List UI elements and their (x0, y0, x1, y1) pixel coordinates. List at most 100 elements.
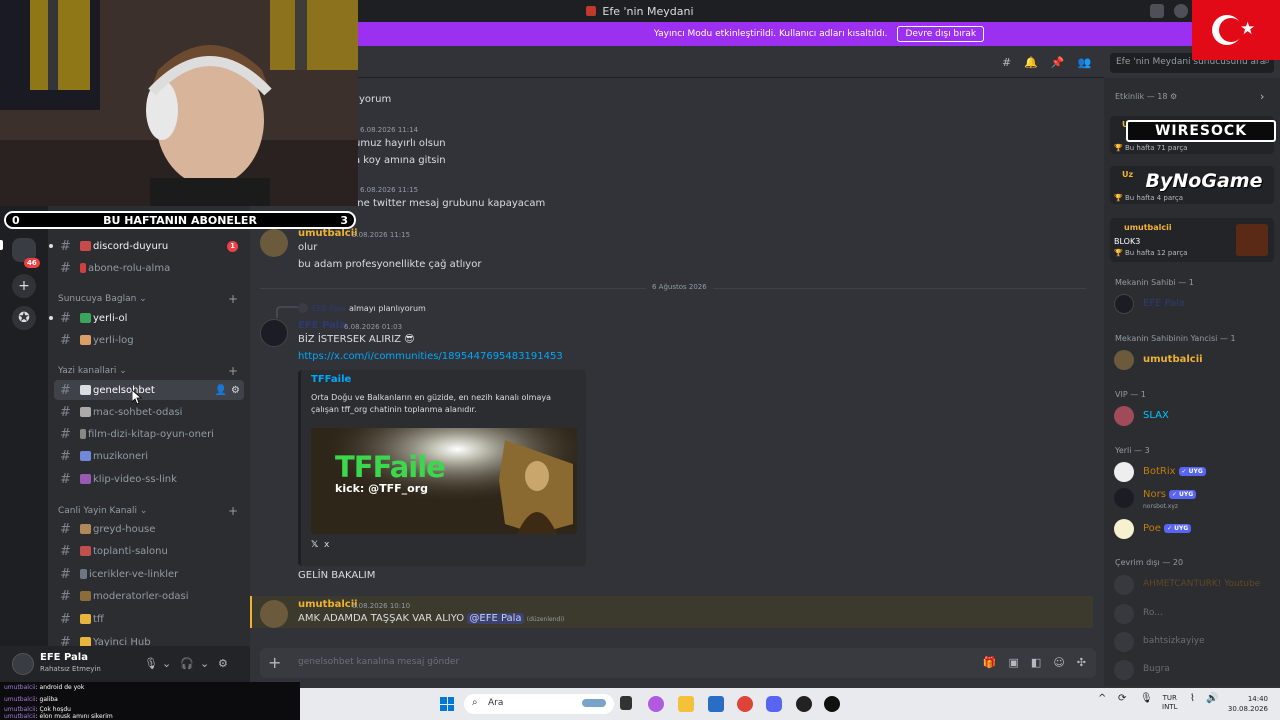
hash-icon: # (60, 238, 71, 254)
chevron-right-icon[interactable]: › (1260, 90, 1264, 103)
gift-icon[interactable]: 🎁 (983, 656, 997, 669)
message-author[interactable]: umutbalcii (298, 228, 358, 239)
channel-tff[interactable]: # tff (54, 609, 244, 629)
meeting-emoji-icon (80, 546, 91, 556)
channel-toplanti-salonu[interactable]: # toplanti-salonu (54, 541, 244, 561)
member-item[interactable]: Poe ✓ UYG (1114, 519, 1274, 541)
channel-yayinci-hub[interactable]: # Yayinci Hub (54, 632, 244, 646)
channel-discord-duyuru[interactable]: # discord-duyuru 1 (49, 236, 244, 256)
add-channel-icon[interactable]: + (228, 292, 238, 306)
channel-abone-rolu-alma[interactable]: # abone-rolu-alma (54, 258, 244, 278)
threads-icon[interactable]: # (1002, 56, 1011, 69)
language-indicator[interactable]: TUR INTL (1162, 694, 1177, 712)
channel-yerli-log[interactable]: # yerli-log (54, 330, 244, 350)
channel-genelsohbet[interactable]: # genelsohbet 👤 ⚙ (54, 380, 244, 400)
channel-name: greyd-house (93, 523, 156, 535)
members-icon[interactable]: 👥 (1078, 56, 1092, 69)
discord-icon[interactable] (766, 696, 782, 712)
member-item[interactable]: SLAX (1114, 406, 1274, 428)
embed-title[interactable]: TFFaile (311, 374, 351, 385)
channel-muzikoneri[interactable]: # muzikoneri (54, 446, 244, 466)
channel-mac-sohbet-odasi[interactable]: # mac-sohbet-odasi (54, 402, 244, 422)
category-sunucuya-baglan[interactable]: Sunucuya Baglan ⌄ + (58, 292, 244, 306)
channel-icerikler-ve-linkler[interactable]: # icerikler-ve-linkler (54, 564, 244, 584)
member-item[interactable]: BotRix ✓ UYG (1114, 462, 1274, 484)
attach-plus-icon[interactable]: + (268, 653, 281, 672)
reply-author[interactable]: EFE Pala (312, 304, 346, 313)
message-timestamp: 6.08.2026 11:14 (360, 126, 419, 134)
embed-image[interactable]: TFFaile kick: @TFF_org (311, 428, 577, 534)
clock-date: 30.08.2026 (1227, 705, 1268, 713)
member-item[interactable]: Bugra (1114, 660, 1274, 682)
member-item[interactable]: bahtsizkayiye (1114, 632, 1274, 654)
channel-film-dizi-kitap-oyun-oneri[interactable]: # film-dizi-kitap-oyun-oneri (54, 424, 244, 444)
microphone-icon[interactable]: 🎙 (144, 657, 158, 670)
sticker-icon[interactable]: ◧ (1031, 656, 1041, 669)
member-item[interactable]: umutbalcii (1114, 350, 1274, 372)
activity-header: Etkinlik — 18 ⚙ (1115, 92, 1178, 101)
message-link[interactable]: https://x.com/i/communities/189544769548… (298, 351, 563, 362)
taskbar-clock[interactable]: 14:40 30.08.2026 (1228, 694, 1268, 714)
message-composer[interactable]: + genelsohbet kanalına mesaj gönder 🎁 ▣ … (260, 648, 1096, 678)
plus-icon[interactable]: + (12, 274, 36, 298)
message-text: umuz hayırlı olsun (354, 138, 446, 149)
pin-icon[interactable]: 📌 (1051, 56, 1065, 69)
app-icon[interactable] (824, 696, 840, 712)
tray-chevron-icon[interactable]: ^ (1098, 694, 1106, 704)
member-avatar (1114, 488, 1134, 508)
store-icon[interactable] (708, 696, 724, 712)
member-item[interactable]: AHMETCANTURK! Youtube (1114, 575, 1274, 597)
taskbar-search[interactable]: ⌕ Ara (464, 694, 614, 714)
category-yazi-kanallari[interactable]: Yazi kanallari ⌄ + (58, 364, 244, 378)
headphones-icon[interactable]: 🎧 (180, 657, 194, 670)
tray-mic-icon[interactable]: 🎙 (1140, 694, 1153, 704)
chrome-icon[interactable] (737, 696, 753, 712)
task-view-icon[interactable] (620, 696, 632, 710)
channel-yerli-ol[interactable]: # yerli-ol (49, 308, 244, 328)
abone-right-count: 3 (340, 213, 348, 227)
explore-icon[interactable]: ✪ (12, 306, 36, 330)
streamer-mode-banner: Yayıncı Modu etkinleştirildi. Kullanıcı … (358, 22, 1280, 46)
apps-icon[interactable]: ✣ (1077, 656, 1086, 669)
channel-klip-video-ss-link[interactable]: # klip-video-ss-link (54, 469, 244, 489)
emoji-icon[interactable]: ☺ (1053, 656, 1064, 669)
member-item[interactable]: Ro... (1114, 604, 1274, 626)
message-author[interactable]: EFE Pala (298, 320, 346, 331)
category-canli-yayin-kanali[interactable]: Canli Yayin Kanali ⌄ + (58, 504, 244, 518)
bell-icon[interactable]: 🔔 (1024, 56, 1038, 69)
inbox-icon[interactable] (1150, 4, 1164, 18)
channel-moderatorler-odasi[interactable]: # moderatorler-odasi (54, 586, 244, 606)
user-settings-gear-icon[interactable]: ⚙ (218, 657, 228, 670)
chat-text: Çok hoşdu (39, 706, 71, 713)
tray-app-icon[interactable]: ⟳ (1118, 694, 1126, 704)
user-avatar[interactable] (260, 229, 288, 257)
reply-text: almayı planlıyorum (349, 304, 426, 313)
volume-icon[interactable]: 🔊 (1206, 694, 1218, 704)
user-avatar[interactable] (260, 600, 288, 628)
copilot-icon[interactable] (648, 696, 664, 712)
channel-greyd-house[interactable]: # greyd-house (54, 519, 244, 539)
member-item[interactable]: EFE Pala (1114, 294, 1274, 316)
disable-streamer-mode-button[interactable]: Devre dışı bırak (897, 26, 985, 42)
message-author[interactable]: umutbalcii (298, 599, 358, 610)
wifi-icon[interactable]: ⌇ (1190, 694, 1195, 704)
add-channel-icon[interactable]: + (228, 364, 238, 378)
chevron-down-icon[interactable]: ⌄ (162, 657, 171, 670)
chevron-down-icon[interactable]: ⌄ (200, 657, 209, 670)
obs-icon[interactable] (796, 696, 812, 712)
user-mention[interactable]: @EFE Pala (467, 613, 524, 624)
help-icon[interactable] (1174, 4, 1188, 18)
add-channel-icon[interactable]: + (228, 504, 238, 518)
member-avatar (1114, 294, 1134, 314)
member-item[interactable]: Nors ✓ UYG norsbot.xyz (1114, 488, 1274, 510)
activity-card[interactable]: umutbalcii BLOK3 🏆 Bu hafta 12 parça (1110, 218, 1274, 262)
gif-icon[interactable]: ▣ (1009, 656, 1019, 669)
file-explorer-icon[interactable] (678, 696, 694, 712)
settings-gear-icon[interactable]: ⚙ (231, 385, 240, 396)
user-avatar[interactable] (260, 319, 288, 347)
unread-dot (49, 244, 53, 248)
windows-start-icon[interactable] (440, 697, 454, 711)
invite-icon[interactable]: 👤 (215, 385, 227, 396)
user-avatar[interactable] (12, 653, 34, 675)
member-avatar (1114, 350, 1134, 370)
